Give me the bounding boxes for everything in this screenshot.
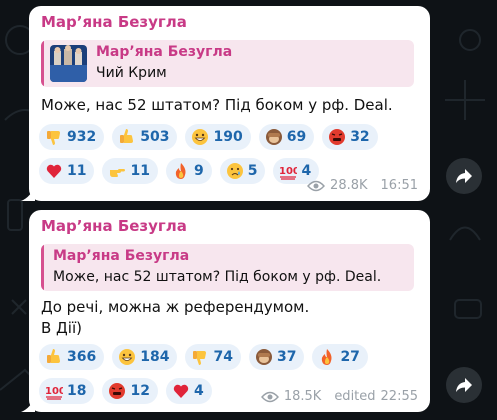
- reaction-count: 4: [301, 163, 312, 179]
- reaction-count: 32: [350, 129, 370, 145]
- reaction-thumbs-up[interactable]: 503: [112, 124, 178, 150]
- bubble-tail: [21, 396, 35, 412]
- reaction-count: 11: [67, 163, 87, 179]
- message-meta: 28.8K 16:51: [307, 178, 418, 193]
- svg-text:100: 100: [279, 166, 297, 177]
- reaction-pointing-hand[interactable]: 11: [102, 158, 158, 184]
- reaction-count: 366: [67, 349, 97, 365]
- reaction-count: 12: [130, 383, 150, 399]
- reaction-see-no-evil-monkey[interactable]: 69: [258, 124, 315, 150]
- reaction-count: 11: [130, 163, 150, 179]
- angry-face-symbols-icon: [328, 128, 346, 146]
- forward-arrow-icon: [456, 378, 472, 392]
- reaction-count: 18: [67, 383, 87, 399]
- svg-text:100: 100: [45, 386, 63, 397]
- reaction-count: 5: [247, 163, 258, 179]
- bubble-tail: [21, 185, 35, 201]
- reaction-count: 4: [193, 383, 204, 399]
- reaction-red-heart[interactable]: 4: [165, 378, 212, 404]
- reply-author: Мар’яна Безугла: [53, 248, 190, 264]
- see-no-evil-monkey-icon: [255, 348, 273, 366]
- reaction-crying-face[interactable]: 5: [219, 158, 266, 184]
- thumbs-down-icon: [45, 128, 63, 146]
- forward-button[interactable]: [446, 158, 482, 194]
- grinning-face-icon: [191, 128, 209, 146]
- reaction-count: 27: [340, 349, 360, 365]
- reactions-row: 366 184 74 37 27: [39, 344, 368, 370]
- reply-preview[interactable]: Мар’яна Безугла Чий Крим: [41, 40, 414, 87]
- red-heart-icon: [172, 382, 190, 400]
- hundred-points-icon: 100: [279, 162, 300, 180]
- red-heart-icon: [45, 162, 63, 180]
- eye-icon: [260, 391, 279, 402]
- reaction-count: 37: [276, 349, 297, 365]
- reply-text: Чий Крим: [96, 65, 167, 81]
- reaction-count: 503: [140, 129, 170, 145]
- message-time: 22:55: [380, 389, 418, 404]
- reaction-count: 69: [286, 129, 307, 145]
- reply-text: Може, нас 52 штатом? Під боком у рф. Dea…: [53, 269, 382, 285]
- reaction-angry-face-symbols[interactable]: 32: [322, 124, 378, 150]
- thumbs-up-icon: [45, 348, 63, 366]
- reaction-see-no-evil-monkey[interactable]: 37: [248, 344, 305, 370]
- grinning-face-icon: [118, 348, 136, 366]
- reaction-angry-face-symbols[interactable]: 12: [102, 378, 158, 404]
- reaction-fire[interactable]: 9: [165, 158, 212, 184]
- message-time: 16:51: [380, 178, 418, 193]
- reaction-grinning-face[interactable]: 184: [112, 344, 178, 370]
- message-bubble[interactable]: Мар’яна Безугла Мар’яна Безугла Може, на…: [21, 210, 430, 412]
- edited-label: edited: [334, 389, 376, 404]
- reply-preview[interactable]: Мар’яна Безугла Може, нас 52 штатом? Під…: [41, 244, 414, 291]
- thumbs-down-icon: [191, 348, 209, 366]
- fire-icon: [172, 162, 190, 180]
- reaction-count: 184: [140, 349, 170, 365]
- reaction-count: 9: [193, 163, 204, 179]
- reply-author: Мар’яна Безугла: [96, 44, 233, 60]
- reaction-count: 190: [213, 129, 243, 145]
- message-text-line: До речі, можна ж референдумом.: [41, 298, 310, 316]
- message-text: Може, нас 52 штатом? Під боком у рф. Dea…: [41, 96, 393, 114]
- hundred-points-icon: 100: [45, 382, 66, 400]
- reaction-thumbs-up[interactable]: 366: [39, 344, 105, 370]
- reaction-red-heart[interactable]: 11: [39, 158, 95, 184]
- view-count: 28.8K: [330, 178, 368, 193]
- message-text-line: В Дії): [41, 319, 82, 337]
- message-bubble[interactable]: Мар’яна Безугла Мар’яна Безугла Чий Крим…: [21, 6, 430, 201]
- angry-face-symbols-icon: [108, 382, 126, 400]
- crying-face-icon: [226, 162, 244, 180]
- reaction-grinning-face[interactable]: 190: [185, 124, 251, 150]
- reaction-hundred-points[interactable]: 100 18: [39, 378, 95, 404]
- reaction-thumbs-down[interactable]: 74: [185, 344, 241, 370]
- reaction-count: 932: [67, 129, 97, 145]
- see-no-evil-monkey-icon: [265, 128, 283, 146]
- reaction-thumbs-down[interactable]: 932: [39, 124, 105, 150]
- reaction-count: 74: [213, 349, 233, 365]
- pointing-hand-icon: [108, 162, 126, 180]
- message-author[interactable]: Мар’яна Безугла: [41, 217, 187, 235]
- message-meta: 18.5K edited 22:55: [260, 389, 418, 404]
- view-count: 18.5K: [283, 389, 322, 404]
- forward-arrow-icon: [456, 169, 472, 183]
- eye-icon: [307, 180, 325, 191]
- fire-icon: [318, 348, 336, 366]
- reply-thumbnail: [50, 45, 87, 82]
- thumbs-up-icon: [118, 128, 136, 146]
- reactions-row: 932 503 190 69 32: [39, 124, 378, 150]
- forward-button[interactable]: [446, 367, 482, 403]
- reaction-fire[interactable]: 27: [312, 344, 368, 370]
- message-author[interactable]: Мар’яна Безугла: [41, 13, 187, 31]
